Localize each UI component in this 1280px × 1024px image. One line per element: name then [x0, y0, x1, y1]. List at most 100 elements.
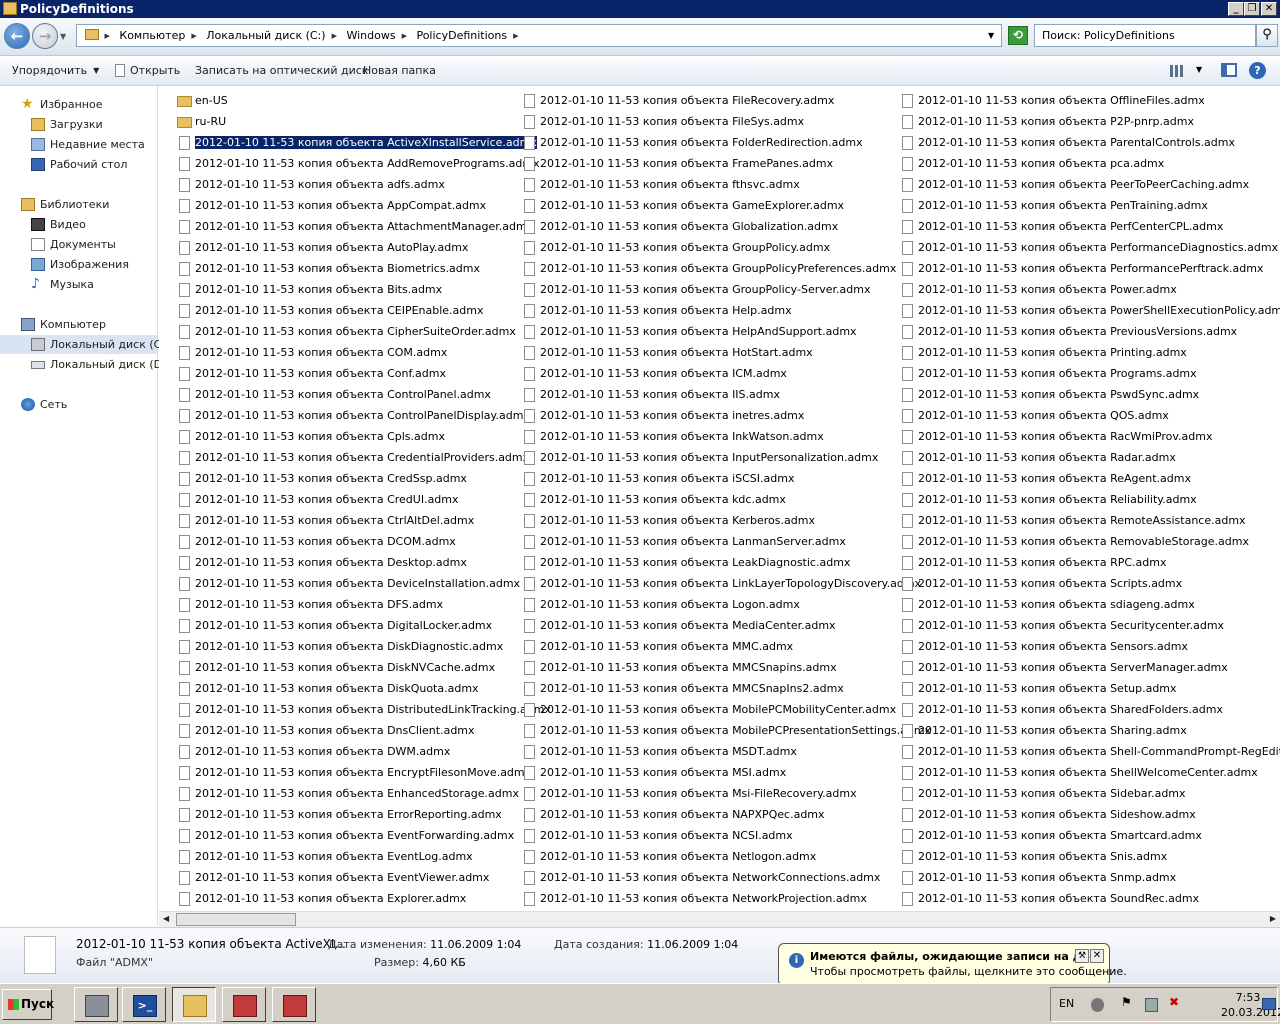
- file-item[interactable]: 2012-01-10 11-53 копия объекта PenTraini…: [898, 196, 1280, 217]
- file-item[interactable]: 2012-01-10 11-53 копия объекта ReAgent.a…: [898, 469, 1280, 490]
- file-item[interactable]: 2012-01-10 11-53 копия объекта fthsvc.ad…: [520, 175, 931, 196]
- file-item[interactable]: 2012-01-10 11-53 копия объекта Securityc…: [898, 616, 1280, 637]
- file-item[interactable]: 2012-01-10 11-53 копия объекта LeakDiagn…: [520, 553, 931, 574]
- nav-music[interactable]: ♪ Музыка: [0, 275, 157, 294]
- language-indicator[interactable]: EN: [1059, 997, 1074, 1010]
- horizontal-scrollbar[interactable]: ◀ ▶: [159, 911, 1280, 927]
- nav-favorites[interactable]: ★ Избранное: [0, 95, 157, 114]
- file-item[interactable]: 2012-01-10 11-53 копия объекта MSI.admx: [520, 763, 931, 784]
- file-item[interactable]: 2012-01-10 11-53 копия объекта Bits.admx: [175, 280, 551, 301]
- volume-muted-icon[interactable]: ✖: [1169, 995, 1182, 1009]
- file-item[interactable]: 2012-01-10 11-53 копия объекта InputPers…: [520, 448, 931, 469]
- file-item[interactable]: 2012-01-10 11-53 копия объекта Sideshow.…: [898, 805, 1280, 826]
- file-item[interactable]: 2012-01-10 11-53 копия объекта ErrorRepo…: [175, 805, 551, 826]
- nav-computer[interactable]: Компьютер: [0, 315, 157, 334]
- file-item[interactable]: 2012-01-10 11-53 копия объекта RacWmiPro…: [898, 427, 1280, 448]
- address-history-dropdown[interactable]: ▼: [988, 31, 994, 40]
- breadcrumb-policydefinitions[interactable]: PolicyDefinitions: [416, 29, 507, 42]
- file-item[interactable]: 2012-01-10 11-53 копия объекта PerfCente…: [898, 217, 1280, 238]
- scroll-right-icon[interactable]: ▶: [1270, 914, 1276, 923]
- refresh-button[interactable]: ⟲: [1008, 26, 1028, 45]
- action-center-flag-icon[interactable]: ⚑: [1121, 995, 1134, 1009]
- file-item[interactable]: 2012-01-10 11-53 копия объекта MMC.admx: [520, 637, 931, 658]
- file-item[interactable]: 2012-01-10 11-53 копия объекта InkWatson…: [520, 427, 931, 448]
- file-item[interactable]: 2012-01-10 11-53 копия объекта Conf.admx: [175, 364, 551, 385]
- file-item[interactable]: 2012-01-10 11-53 копия объекта Msi-FileR…: [520, 784, 931, 805]
- file-item[interactable]: 2012-01-10 11-53 копия объекта EventForw…: [175, 826, 551, 847]
- file-item[interactable]: 2012-01-10 11-53 копия объекта EventLog.…: [175, 847, 551, 868]
- show-desktop-icon[interactable]: [1262, 998, 1276, 1010]
- file-item[interactable]: 2012-01-10 11-53 копия объекта LinkLayer…: [520, 574, 931, 595]
- scroll-left-icon[interactable]: ◀: [163, 914, 169, 923]
- file-item[interactable]: 2012-01-10 11-53 копия объекта NetworkCo…: [520, 868, 931, 889]
- file-item[interactable]: 2012-01-10 11-53 копия объекта Reliabili…: [898, 490, 1280, 511]
- minimize-button[interactable]: _: [1228, 2, 1244, 16]
- file-item[interactable]: 2012-01-10 11-53 копия объекта RemoteAss…: [898, 511, 1280, 532]
- breadcrumb-disk-c[interactable]: Локальный диск (C:): [206, 29, 325, 42]
- file-item[interactable]: 2012-01-10 11-53 копия объекта ParentalC…: [898, 133, 1280, 154]
- forward-button[interactable]: →: [32, 23, 58, 49]
- nav-disk-d[interactable]: Локальный диск (D:): [0, 355, 170, 374]
- file-item[interactable]: 2012-01-10 11-53 копия объекта CredSsp.a…: [175, 469, 551, 490]
- file-item[interactable]: 2012-01-10 11-53 копия объекта iSCSI.adm…: [520, 469, 931, 490]
- file-item[interactable]: 2012-01-10 11-53 копия объекта inetres.a…: [520, 406, 931, 427]
- file-item[interactable]: 2012-01-10 11-53 копия объекта EncryptFi…: [175, 763, 551, 784]
- file-item[interactable]: 2012-01-10 11-53 копия объекта Credentia…: [175, 448, 551, 469]
- file-item[interactable]: 2012-01-10 11-53 копия объекта Smartcard…: [898, 826, 1280, 847]
- file-item[interactable]: 2012-01-10 11-53 копия объекта Printing.…: [898, 343, 1280, 364]
- file-item[interactable]: 2012-01-10 11-53 копия объекта HelpAndSu…: [520, 322, 931, 343]
- file-item[interactable]: 2012-01-10 11-53 копия объекта CtrlAltDe…: [175, 511, 551, 532]
- organize-button[interactable]: Упорядочить ▼: [12, 64, 99, 77]
- file-item[interactable]: 2012-01-10 11-53 копия объекта Cpls.admx: [175, 427, 551, 448]
- file-item[interactable]: 2012-01-10 11-53 копия объекта NetworkPr…: [520, 889, 931, 910]
- file-item[interactable]: 2012-01-10 11-53 копия объекта ActiveXIn…: [175, 133, 551, 154]
- nav-disk-c[interactable]: Локальный диск (C:): [0, 335, 169, 354]
- help-icon[interactable]: ?: [1249, 62, 1266, 79]
- recent-pages-dropdown[interactable]: ▼: [60, 32, 66, 41]
- file-item[interactable]: 2012-01-10 11-53 копия объекта Sharing.a…: [898, 721, 1280, 742]
- file-item[interactable]: 2012-01-10 11-53 копия объекта QOS.admx: [898, 406, 1280, 427]
- file-item[interactable]: 2012-01-10 11-53 копия объекта FramePane…: [520, 154, 931, 175]
- file-item[interactable]: 2012-01-10 11-53 копия объекта ControlPa…: [175, 406, 551, 427]
- folder-item[interactable]: en-US: [175, 91, 551, 112]
- file-item[interactable]: 2012-01-10 11-53 копия объекта FileRecov…: [520, 91, 931, 112]
- file-item[interactable]: 2012-01-10 11-53 копия объекта MSDT.admx: [520, 742, 931, 763]
- close-button[interactable]: ✕: [1261, 2, 1277, 16]
- search-icon[interactable]: ⚲: [1256, 24, 1278, 47]
- file-item[interactable]: 2012-01-10 11-53 копия объекта PswdSync.…: [898, 385, 1280, 406]
- new-folder-button[interactable]: Новая папка: [363, 64, 436, 77]
- scrollbar-thumb[interactable]: [176, 913, 296, 926]
- disc-burn-icon[interactable]: [1091, 998, 1104, 1012]
- breadcrumb-windows[interactable]: Windows: [346, 29, 395, 42]
- file-item[interactable]: 2012-01-10 11-53 копия объекта DiskQuota…: [175, 679, 551, 700]
- taskbar-app-1[interactable]: [222, 987, 266, 1022]
- file-item[interactable]: 2012-01-10 11-53 копия объекта Sensors.a…: [898, 637, 1280, 658]
- nav-network[interactable]: Сеть: [0, 395, 157, 414]
- file-item[interactable]: 2012-01-10 11-53 копия объекта GroupPoli…: [520, 280, 931, 301]
- search-input[interactable]: Поиск: PolicyDefinitions: [1034, 24, 1256, 47]
- file-item[interactable]: 2012-01-10 11-53 копия объекта DeviceIns…: [175, 574, 551, 595]
- notification-balloon[interactable]: i Имеются файлы, ожидающие записи на дис…: [778, 943, 1127, 986]
- taskbar-app-2[interactable]: [272, 987, 316, 1022]
- file-item[interactable]: 2012-01-10 11-53 копия объекта MediaCent…: [520, 616, 931, 637]
- file-item[interactable]: 2012-01-10 11-53 копия объекта Snmp.admx: [898, 868, 1280, 889]
- file-item[interactable]: 2012-01-10 11-53 копия объекта ControlPa…: [175, 385, 551, 406]
- file-item[interactable]: 2012-01-10 11-53 копия объекта MobilePCP…: [520, 721, 931, 742]
- file-item[interactable]: 2012-01-10 11-53 копия объекта Netlogon.…: [520, 847, 931, 868]
- file-item[interactable]: 2012-01-10 11-53 копия объекта Performan…: [898, 259, 1280, 280]
- wrench-icon[interactable]: ⚒: [1075, 949, 1089, 963]
- file-item[interactable]: 2012-01-10 11-53 копия объекта RPC.admx: [898, 553, 1280, 574]
- file-item[interactable]: 2012-01-10 11-53 копия объекта GroupPoli…: [520, 238, 931, 259]
- file-item[interactable]: 2012-01-10 11-53 копия объекта MMCSnapIn…: [520, 679, 931, 700]
- preview-pane-icon[interactable]: [1221, 63, 1237, 77]
- file-item[interactable]: 2012-01-10 11-53 копия объекта DiskNVCac…: [175, 658, 551, 679]
- file-item[interactable]: 2012-01-10 11-53 копия объекта AppCompat…: [175, 196, 551, 217]
- file-item[interactable]: 2012-01-10 11-53 копия объекта EnhancedS…: [175, 784, 551, 805]
- file-item[interactable]: 2012-01-10 11-53 копия объекта EventView…: [175, 868, 551, 889]
- file-item[interactable]: 2012-01-10 11-53 копия объекта pca.admx: [898, 154, 1280, 175]
- taskbar-powershell[interactable]: >_: [122, 987, 166, 1022]
- file-item[interactable]: 2012-01-10 11-53 копия объекта Desktop.a…: [175, 553, 551, 574]
- file-item[interactable]: 2012-01-10 11-53 копия объекта Kerberos.…: [520, 511, 931, 532]
- title-bar[interactable]: PolicyDefinitions: [0, 0, 1280, 18]
- file-item[interactable]: 2012-01-10 11-53 копия объекта ServerMan…: [898, 658, 1280, 679]
